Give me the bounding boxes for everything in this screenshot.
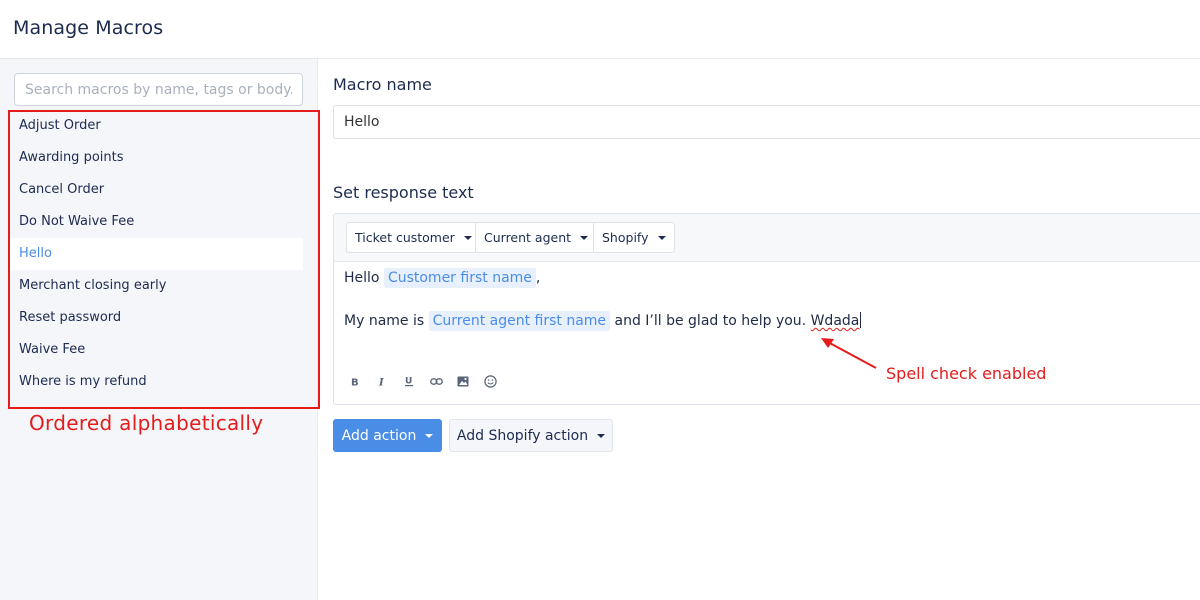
page-title: Manage Macros <box>13 17 164 39</box>
bold-icon[interactable]: B <box>348 374 362 388</box>
macro-name-label: Macro name <box>333 75 432 94</box>
editor-variable-toolbar: Ticket customer Current agent Shopify <box>334 214 1200 262</box>
response-line-2: My name is Current agent first name and … <box>344 311 862 331</box>
shopify-dropdown[interactable]: Shopify <box>593 222 675 253</box>
response-editor: Ticket customer Current agent Shopify He… <box>333 213 1200 405</box>
chevron-down-icon <box>425 433 434 438</box>
text-cursor <box>860 312 862 328</box>
current-agent-dropdown[interactable]: Current agent <box>475 222 598 253</box>
line2-suffix: and I’ll be glad to help you. <box>610 313 811 329</box>
response-line-1: Hello Customer first name, <box>344 268 541 288</box>
macro-item-where-is-my-refund[interactable]: Where is my refund <box>9 366 303 398</box>
macro-item-reset-password[interactable]: Reset password <box>9 302 303 334</box>
underline-icon[interactable]: U <box>402 374 416 388</box>
add-action-button[interactable]: Add action <box>333 419 442 452</box>
line1-text: Hello <box>344 270 384 286</box>
svg-text:I: I <box>378 377 384 387</box>
chevron-down-icon <box>657 235 666 240</box>
current-agent-label: Current agent <box>484 230 572 245</box>
chevron-down-icon <box>580 235 589 240</box>
manage-macros-page: Manage Macros Adjust Order Awarding poin… <box>0 0 1200 600</box>
add-shopify-action-button[interactable]: Add Shopify action <box>449 419 613 452</box>
shopify-label: Shopify <box>602 230 649 245</box>
response-text-area[interactable]: Hello Customer first name, My name is Cu… <box>334 262 1200 404</box>
italic-icon[interactable]: I <box>375 374 389 388</box>
macro-name-input[interactable] <box>333 105 1200 139</box>
macro-list: Adjust Order Awarding points Cancel Orde… <box>9 110 319 398</box>
macro-item-awarding-points[interactable]: Awarding points <box>9 142 303 174</box>
macro-search-input[interactable] <box>14 73 303 106</box>
customer-first-name-variable[interactable]: Customer first name <box>383 268 536 288</box>
macro-item-waive-fee[interactable]: Waive Fee <box>9 334 303 366</box>
line2-text: My name is <box>344 313 429 329</box>
macros-sidebar: Adjust Order Awarding points Cancel Orde… <box>0 59 318 600</box>
format-toolbar: B I U <box>348 374 497 388</box>
ticket-customer-label: Ticket customer <box>355 230 455 245</box>
image-icon[interactable] <box>456 374 470 388</box>
page-header: Manage Macros <box>0 0 1200 59</box>
link-icon[interactable] <box>429 374 443 388</box>
current-agent-first-name-variable[interactable]: Current agent first name <box>428 311 611 331</box>
response-text-label: Set response text <box>333 183 474 202</box>
annotation-ordered-alphabetically: Ordered alphabetically <box>29 411 264 435</box>
macro-item-hello[interactable]: Hello <box>9 238 303 270</box>
macro-item-do-not-waive-fee[interactable]: Do Not Waive Fee <box>9 206 303 238</box>
svg-text:B: B <box>351 377 359 387</box>
misspelled-word: Wdada <box>810 313 860 329</box>
add-shopify-action-label: Add Shopify action <box>456 427 589 444</box>
annotation-arrow-icon <box>821 338 877 369</box>
macro-item-cancel-order[interactable]: Cancel Order <box>9 174 303 206</box>
annotation-spell-check-enabled: Spell check enabled <box>886 364 1047 383</box>
chevron-down-icon <box>597 433 606 438</box>
chevron-down-icon <box>463 235 472 240</box>
macro-item-adjust-order[interactable]: Adjust Order <box>9 110 303 142</box>
add-action-label: Add action <box>341 427 417 444</box>
ticket-customer-dropdown[interactable]: Ticket customer <box>346 222 481 253</box>
macro-editor-panel: Macro name Set response text Ticket cust… <box>318 59 1200 600</box>
line1-suffix: , <box>535 270 541 286</box>
macro-item-merchant-closing-early[interactable]: Merchant closing early <box>9 270 303 302</box>
emoji-icon[interactable] <box>483 374 497 388</box>
